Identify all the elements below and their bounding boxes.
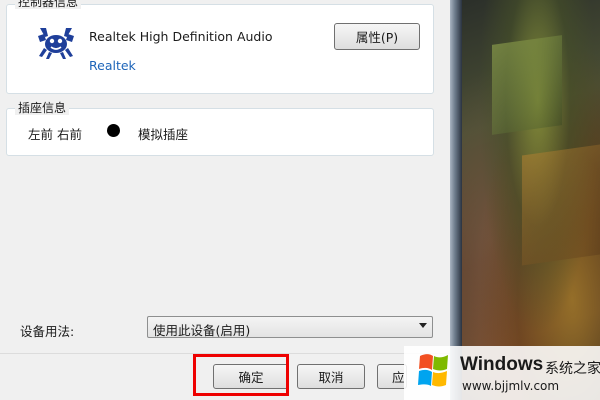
chevron-down-icon — [419, 323, 427, 328]
device-name: Realtek High Definition Audio — [89, 29, 273, 44]
apply-button[interactable]: 应 — [377, 364, 407, 389]
ok-button-highlight — [193, 354, 289, 396]
realtek-crab-icon — [38, 28, 74, 59]
watermark-url: www.bjjmlv.com — [462, 379, 560, 393]
jack-color-indicator — [107, 124, 120, 137]
jack-info-title: 插座信息 — [15, 101, 70, 115]
device-usage-value: 使用此设备(启用) — [153, 323, 251, 338]
jack-location: 左前 右前 — [28, 127, 82, 142]
jack-type: 模拟插座 — [138, 127, 189, 142]
controller-info-title: 控制器信息 — [15, 0, 82, 9]
device-usage-label: 设备用法: — [20, 324, 75, 339]
cancel-button[interactable]: 取消 — [297, 364, 365, 389]
vendor-link[interactable]: Realtek — [89, 58, 136, 73]
wallpaper-tile — [492, 35, 562, 135]
window-frame — [450, 0, 462, 400]
watermark-subtitle: 系统之家 — [545, 361, 600, 377]
device-usage-select[interactable]: 使用此设备(启用) — [147, 316, 433, 338]
properties-button[interactable]: 属性(P) — [334, 23, 420, 50]
watermark-title: Windows — [460, 354, 544, 375]
device-properties-dialog: 控制器信息 Realtek High Definition Audio Real… — [0, 0, 450, 400]
wallpaper-tile — [522, 144, 600, 266]
desktop-wallpaper — [462, 0, 600, 400]
windows-logo-icon — [418, 354, 448, 387]
watermark: Windows 系统之家 www.bjjmlv.com — [404, 346, 600, 400]
